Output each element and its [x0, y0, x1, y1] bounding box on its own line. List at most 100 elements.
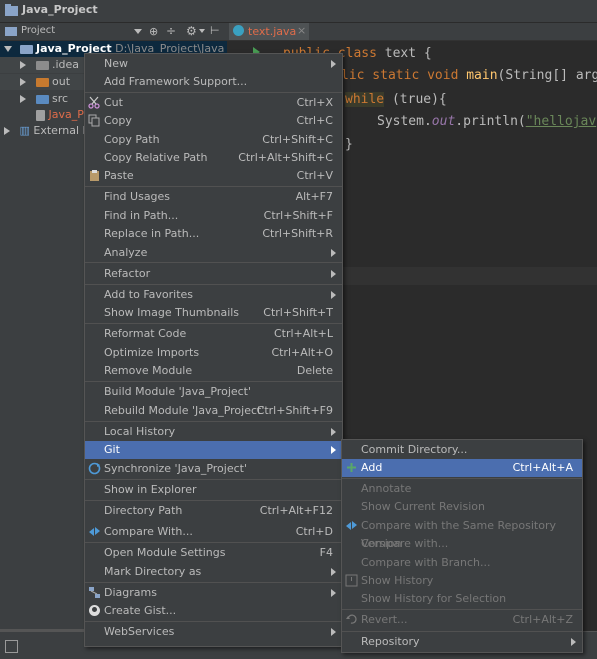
submenu-arrow-icon: [571, 638, 576, 646]
menu-item-add-to-favorites[interactable]: Add to Favorites: [85, 286, 342, 304]
menu-item-repository[interactable]: Repository: [342, 633, 582, 651]
menu-item-shortcut: Ctrl+Alt+Z: [512, 613, 573, 626]
menu-separator: [85, 381, 342, 382]
menu-item-reformat-code[interactable]: Reformat Code Ctrl+Alt+L: [85, 325, 342, 343]
project-view-label[interactable]: Project: [21, 25, 55, 36]
submenu-arrow-icon: [331, 60, 336, 68]
menu-item-webservices[interactable]: WebServices: [85, 623, 342, 641]
menu-item-build-module-java-project[interactable]: Build Module 'Java_Project': [85, 383, 342, 401]
menu-item-label: Rebuild Module 'Java_Project': [104, 404, 265, 417]
code-line-3: while (true){: [345, 92, 447, 107]
collapsed-arrow-icon[interactable]: [20, 78, 26, 86]
menu-separator: [85, 479, 342, 480]
menu-item-commit-directory[interactable]: Commit Directory...: [342, 441, 582, 459]
locate-icon[interactable]: ⊕: [149, 25, 158, 38]
context-menu: New Add Framework Support... Cut Ctrl+X Copy…: [84, 53, 343, 647]
paste-icon: [90, 170, 99, 181]
module-folder-icon: [19, 44, 33, 54]
menu-item-local-history[interactable]: Local History: [85, 423, 342, 441]
menu-item-shortcut: Ctrl+Shift+F: [263, 209, 333, 222]
menu-item-git[interactable]: Git: [85, 441, 342, 459]
hide-panel-icon[interactable]: ⊢: [210, 24, 220, 37]
collapsed-arrow-icon[interactable]: [20, 95, 26, 103]
menu-item-shortcut: Ctrl+Alt+L: [273, 327, 333, 340]
menu-item-mark-directory-as[interactable]: Mark Directory as: [85, 563, 342, 581]
menu-item-label: Show Image Thumbnails: [104, 306, 240, 319]
close-icon[interactable]: ×: [297, 24, 306, 37]
expand-arrow-icon[interactable]: [4, 46, 12, 52]
folder-icon: [35, 60, 49, 70]
code-line-5: }: [345, 137, 353, 152]
menu-item-label: Add to Favorites: [104, 288, 194, 301]
tree-label: External Li: [33, 124, 92, 137]
menu-item-optimize-imports[interactable]: Optimize Imports Ctrl+Alt+O: [85, 344, 342, 362]
menu-item-compare-with: Compare with...: [342, 535, 582, 553]
menu-item-label: Create Gist...: [104, 604, 177, 617]
menu-item-add[interactable]: Add Ctrl+Alt+A: [342, 459, 582, 477]
menu-item-show-in-explorer[interactable]: Show in Explorer: [85, 481, 342, 499]
menu-item-rebuild-module-java-project[interactable]: Rebuild Module 'Java_Project' Ctrl+Shift+…: [85, 402, 342, 420]
menu-separator: [85, 186, 342, 187]
menu-item-new[interactable]: New: [85, 55, 342, 73]
chevron-down-icon[interactable]: [134, 29, 142, 34]
menu-item-label: Directory Path: [104, 504, 183, 517]
menu-item-label: New: [104, 57, 128, 70]
code-line-4: System.out.println("hellojav: [377, 114, 597, 129]
menu-item-compare-with[interactable]: Compare With... Ctrl+D: [85, 523, 342, 541]
collapsed-arrow-icon[interactable]: [4, 127, 10, 135]
tool-windows-icon[interactable]: [5, 640, 18, 653]
menu-item-replace-in-path[interactable]: Replace in Path... Ctrl+Shift+R: [85, 225, 342, 243]
tab-text-java[interactable]: text.java ×: [229, 23, 309, 40]
submenu-arrow-icon: [331, 428, 336, 436]
menu-item-show-history: Show History: [342, 572, 582, 590]
menu-item-label: Revert...: [361, 613, 408, 626]
compare-icon: [346, 521, 357, 530]
menu-item-label: Cut: [104, 96, 123, 109]
menu-separator: [85, 621, 342, 622]
menu-item-add-framework-support[interactable]: Add Framework Support...: [85, 73, 342, 91]
menu-item-cut[interactable]: Cut Ctrl+X: [85, 94, 342, 112]
menu-item-analyze[interactable]: Analyze: [85, 244, 342, 262]
menu-separator: [85, 323, 342, 324]
menu-item-remove-module[interactable]: Remove Module Delete: [85, 362, 342, 380]
menu-item-refactor[interactable]: Refactor: [85, 265, 342, 283]
menu-item-shortcut: Ctrl+Alt+A: [512, 461, 573, 474]
menu-item-label: Reformat Code: [104, 327, 187, 340]
menu-item-copy-path[interactable]: Copy Path Ctrl+Shift+C: [85, 131, 342, 149]
menu-item-show-image-thumbnails[interactable]: Show Image Thumbnails Ctrl+Shift+T: [85, 304, 342, 322]
menu-item-directory-path[interactable]: Directory Path Ctrl+Alt+F12: [85, 502, 342, 520]
menu-item-copy[interactable]: Copy Ctrl+C: [85, 112, 342, 130]
java-class-icon: [233, 25, 244, 36]
menu-item-shortcut: Ctrl+C: [296, 114, 333, 127]
gear-icon[interactable]: ⚙: [186, 24, 197, 38]
submenu-arrow-icon: [331, 628, 336, 636]
history-icon: [345, 574, 358, 587]
submenu-arrow-icon: [331, 249, 336, 257]
menu-item-copy-relative-path[interactable]: Copy Relative Path Ctrl+Alt+Shift+C: [85, 149, 342, 167]
menu-item-label: Copy Relative Path: [104, 151, 208, 164]
menu-item-label: Annotate: [361, 482, 412, 495]
menu-item-label: Find in Path...: [104, 209, 179, 222]
project-view-icon: [5, 27, 17, 36]
gear-dropdown-icon[interactable]: [199, 29, 205, 33]
collapse-icon[interactable]: ÷: [166, 24, 176, 38]
menu-item-find-usages[interactable]: Find Usages Alt+F7: [85, 188, 342, 206]
github-icon: [89, 605, 100, 616]
tree-label: out: [52, 75, 71, 88]
menu-separator: [342, 609, 582, 610]
collapsed-arrow-icon[interactable]: [20, 61, 26, 69]
menu-item-shortcut: Delete: [296, 364, 333, 377]
menu-item-open-module-settings[interactable]: Open Module Settings F4: [85, 544, 342, 562]
menu-item-create-gist[interactable]: Create Gist...: [85, 602, 342, 620]
menu-item-shortcut: Ctrl+Shift+F9: [256, 404, 333, 417]
code-line-2: lic static void main(String[] arg: [341, 68, 597, 83]
menu-item-diagrams[interactable]: Diagrams: [85, 584, 342, 602]
menu-item-shortcut: Ctrl+D: [295, 525, 333, 538]
menu-item-synchronize-java-project[interactable]: Synchronize 'Java_Project': [85, 460, 342, 478]
menu-item-shortcut: Ctrl+Alt+O: [271, 346, 333, 359]
menu-item-find-in-path[interactable]: Find in Path... Ctrl+Shift+F: [85, 207, 342, 225]
source-folder-icon: [35, 94, 49, 104]
tree-label: .idea: [52, 58, 80, 71]
menu-item-label: Compare With...: [104, 525, 193, 538]
menu-item-paste[interactable]: Paste Ctrl+V: [85, 167, 342, 185]
